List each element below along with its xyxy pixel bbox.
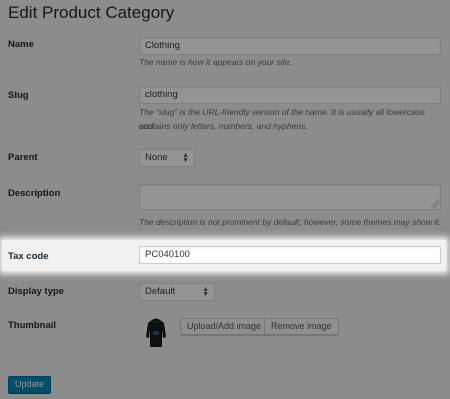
slug-description-line-2: contains only letters, numbers, and hyph… <box>139 121 308 131</box>
slug-input[interactable]: clothing <box>139 86 441 104</box>
description-textarea[interactable] <box>139 184 441 210</box>
page-title: Edit Product Category <box>8 3 175 22</box>
description-label: Description <box>8 188 61 199</box>
parent-label: Parent <box>8 152 38 163</box>
name-input[interactable]: Clothing <box>139 37 441 55</box>
description-help: The description is not prominent by defa… <box>139 217 441 227</box>
name-label: Name <box>8 39 34 50</box>
update-button[interactable]: Update <box>8 376 52 393</box>
upload-add-image-button[interactable]: Upload/Add image <box>180 318 269 335</box>
display-type-selected-value: Default <box>145 286 176 297</box>
tax-code-input[interactable]: PC040100 <box>139 246 441 264</box>
select-arrows-icon: ▲ ▼ <box>202 286 209 298</box>
edit-category-page: Edit Product Category Name Clothing The … <box>0 0 450 399</box>
display-type-select[interactable]: Default ▲ ▼ <box>139 283 215 301</box>
tax-code-row: Tax code PC040100 <box>2 240 446 271</box>
remove-image-button[interactable]: Remove image <box>264 318 339 335</box>
thumbnail-label: Thumbnail <box>8 320 57 331</box>
hoodie-thumbnail-icon <box>146 318 166 347</box>
slug-label: Slug <box>8 90 29 101</box>
resize-handle-icon[interactable] <box>431 200 439 208</box>
parent-select[interactable]: None ▲ ▼ <box>139 149 195 167</box>
tax-code-label: Tax code <box>8 251 49 262</box>
display-type-label: Display type <box>8 286 64 297</box>
parent-selected-value: None <box>145 152 168 163</box>
select-arrows-icon: ▲ ▼ <box>182 152 189 164</box>
name-description: The name is how it appears on your site. <box>139 57 293 67</box>
